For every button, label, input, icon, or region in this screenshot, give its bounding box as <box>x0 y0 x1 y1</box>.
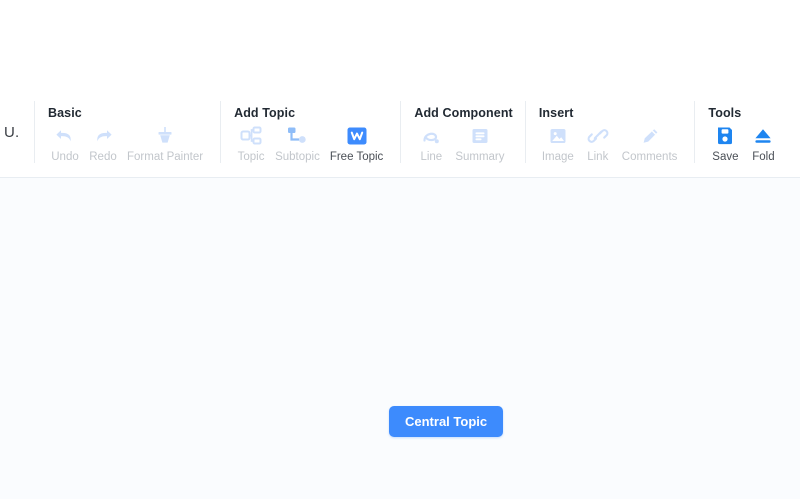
group-items-tools: Save Fold <box>706 124 782 164</box>
toolbar-group-tools: Tools Save Fold <box>694 93 794 171</box>
tool-label-subtopic: Subtopic <box>275 151 320 163</box>
tool-comments[interactable]: Comments <box>617 124 683 164</box>
toolbar-group-add-component: Add Component Line Summary <box>400 93 525 171</box>
subtopic-icon <box>284 124 310 148</box>
toolbar-group-basic: Basic Undo Redo Format Painter <box>34 93 220 171</box>
summary-icon <box>467 124 493 148</box>
tool-label-comments: Comments <box>621 151 678 163</box>
topic-icon <box>238 124 264 148</box>
tool-topic[interactable]: Topic <box>232 124 270 164</box>
toolbar-inner: U. Basic Undo Redo Format Painter Add To… <box>0 93 800 177</box>
tool-label-redo: Redo <box>89 151 117 163</box>
comments-icon <box>637 124 663 148</box>
toolbar-group-add-topic: Add Topic Topic Subtopic Free Topic <box>220 93 400 171</box>
tool-link[interactable]: Link <box>579 124 617 164</box>
group-title-add-component: Add Component <box>414 106 513 120</box>
tool-label-format-painter: Format Painter <box>127 151 204 163</box>
mindmap-app: U. Basic Undo Redo Format Painter Add To… <box>0 0 800 500</box>
undo-icon <box>52 124 78 148</box>
tool-line[interactable]: Line <box>412 124 450 164</box>
tool-image[interactable]: Image <box>537 124 579 164</box>
group-items-insert: Image Link Comments <box>537 124 683 164</box>
redo-icon <box>90 124 116 148</box>
tool-format-painter[interactable]: Format Painter <box>122 124 208 164</box>
save-icon <box>712 124 738 148</box>
group-title-add-topic: Add Topic <box>234 106 296 120</box>
window-top-area <box>0 0 800 93</box>
app-brand: U. <box>0 93 34 171</box>
tool-label-save: Save <box>712 151 739 163</box>
brand-label: U. <box>4 123 20 141</box>
tool-fold[interactable]: Fold <box>744 124 782 164</box>
fold-icon <box>750 124 776 148</box>
line-icon <box>418 124 444 148</box>
toolbar: U. Basic Undo Redo Format Painter Add To… <box>0 93 800 178</box>
tool-label-summary: Summary <box>455 151 505 163</box>
group-items-add-component: Line Summary <box>412 124 513 164</box>
group-items-add-topic: Topic Subtopic Free Topic <box>232 124 388 164</box>
tool-label-free-topic: Free Topic <box>329 151 384 163</box>
central-topic-node[interactable]: Central Topic <box>389 406 504 437</box>
tool-summary[interactable]: Summary <box>450 124 509 164</box>
tool-label-line: Line <box>420 151 443 163</box>
toolbar-group-insert: Insert Image Link Comments <box>524 93 695 171</box>
free-topic-icon <box>344 124 370 148</box>
tool-subtopic[interactable]: Subtopic <box>270 124 325 164</box>
link-icon <box>585 124 611 148</box>
tool-label-undo: Undo <box>51 151 79 163</box>
group-title-insert: Insert <box>538 106 574 120</box>
format-painter-icon <box>152 124 178 148</box>
group-title-basic: Basic <box>48 106 82 120</box>
tool-label-link: Link <box>587 151 609 163</box>
tool-undo[interactable]: Undo <box>46 124 84 164</box>
tool-save[interactable]: Save <box>706 124 744 164</box>
tool-label-topic: Topic <box>237 151 265 163</box>
tool-redo[interactable]: Redo <box>84 124 122 164</box>
tool-label-fold: Fold <box>752 151 775 163</box>
image-icon <box>545 124 571 148</box>
group-title-tools: Tools <box>708 106 742 120</box>
group-items-basic: Undo Redo Format Painter <box>46 124 208 164</box>
tool-free-topic[interactable]: Free Topic <box>325 124 388 164</box>
mindmap-canvas[interactable]: Central Topic <box>0 178 800 499</box>
tool-label-image: Image <box>541 151 574 163</box>
